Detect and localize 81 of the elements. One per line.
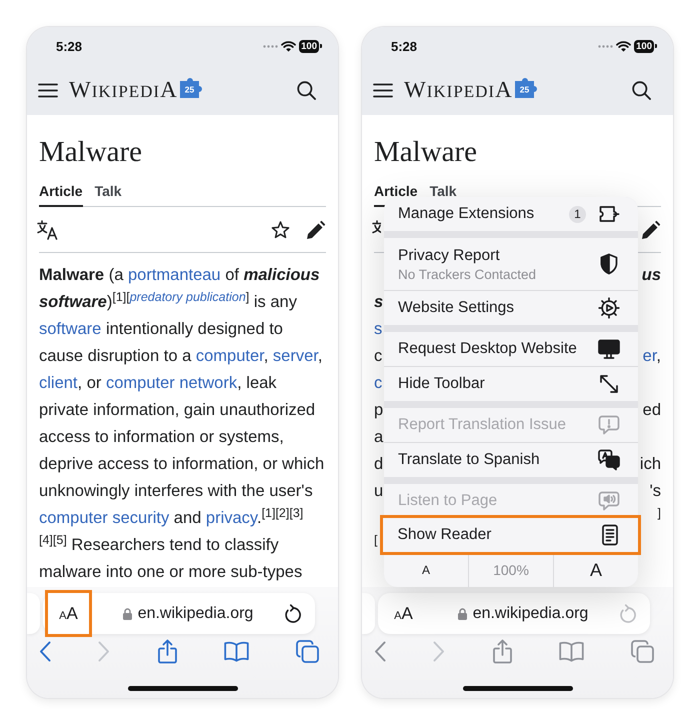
- text-fragment: ed: [642, 400, 661, 421]
- gear-icon: [598, 297, 620, 319]
- lock-icon: [458, 608, 467, 620]
- text-size-button[interactable]: AA: [380, 590, 427, 637]
- share-icon[interactable]: [158, 638, 176, 664]
- battery-indicator: 100: [299, 40, 322, 52]
- url-text[interactable]: en.wikipedia.org: [472, 604, 588, 622]
- menu-icon[interactable]: [373, 82, 393, 98]
- menu-item[interactable]: Website Settings: [384, 290, 638, 325]
- text-fragment: c: [374, 373, 382, 394]
- text-fragment: p: [374, 400, 384, 421]
- text-size-button[interactable]: AA: [45, 590, 92, 637]
- monitor-icon: [598, 338, 620, 360]
- wifi-icon: [616, 40, 632, 52]
- lock-icon: [122, 608, 132, 620]
- signal-dots-icon: [263, 44, 278, 48]
- menu-item[interactable]: Show Reader: [380, 515, 641, 555]
- status-time: 5:28: [56, 38, 82, 54]
- exclamation-bubble-icon: [598, 414, 620, 436]
- text-fragment: d: [374, 454, 384, 475]
- open-book-icon[interactable]: [224, 640, 249, 662]
- article-link[interactable]: computer: [196, 347, 264, 365]
- article-link[interactable]: computer security: [39, 509, 170, 527]
- article-link[interactable]: software: [39, 320, 102, 338]
- count-badge: 1: [569, 206, 586, 222]
- puzzle-logo: 25: [178, 75, 205, 99]
- status-time: 5:28: [391, 38, 418, 54]
- puzzle-logo: 25: [512, 75, 540, 99]
- text-fragment: s: [374, 292, 384, 313]
- text-fragment: c: [374, 346, 382, 367]
- text-fragment: s: [374, 319, 382, 340]
- article-title: Malware: [374, 135, 478, 170]
- article-link[interactable]: computer network: [106, 374, 238, 392]
- article-link[interactable]: portmanteau: [128, 266, 221, 284]
- url-text[interactable]: en.wikipedia.org: [138, 604, 254, 622]
- menu-icon[interactable]: [38, 82, 58, 98]
- wifi-icon: [281, 40, 296, 52]
- menu-item[interactable]: Hide Toolbar: [384, 366, 638, 401]
- text-fragment: a: [374, 427, 384, 448]
- pencil-icon[interactable]: [641, 220, 661, 240]
- tabs-icon[interactable]: [296, 640, 319, 662]
- shield-icon: [598, 253, 620, 275]
- article-link[interactable]: predatory publication: [130, 290, 246, 304]
- open-book-icon[interactable]: [558, 640, 584, 662]
- article-title: Malware: [39, 135, 144, 170]
- article-link[interactable]: privacy: [206, 509, 257, 527]
- wikipedia-wordmark[interactable]: WIKIPEDIA: [69, 77, 178, 103]
- text-fragment: ich: [640, 454, 661, 475]
- article-link[interactable]: server: [272, 347, 318, 365]
- pencil-icon[interactable]: [306, 220, 326, 240]
- article-tab[interactable]: Talk: [94, 178, 122, 207]
- diagonal-arrows-icon: [598, 373, 620, 395]
- chevron-left-icon[interactable]: [374, 640, 386, 662]
- text-smaller-button[interactable]: A: [384, 553, 468, 587]
- text-fragment: ]: [658, 505, 661, 522]
- translate-bubbles-icon: [598, 449, 620, 471]
- menu-item[interactable]: Manage Extensions 1: [384, 197, 638, 231]
- puzzle-piece-icon: [598, 203, 620, 225]
- menu-item[interactable]: Privacy Report No Trackers Contacted: [384, 238, 638, 290]
- menu-item[interactable]: Request Desktop Website: [384, 332, 638, 366]
- chevron-left-icon[interactable]: [39, 640, 51, 662]
- battery-indicator: 100: [634, 40, 657, 52]
- text-fragment: us: [642, 265, 661, 286]
- menu-item[interactable]: Translate to Spanish: [384, 442, 638, 477]
- speaker-bubble-icon: [598, 490, 620, 512]
- article-link[interactable]: client: [39, 374, 78, 392]
- star-icon[interactable]: [271, 220, 290, 238]
- wikipedia-wordmark[interactable]: WIKIPEDIA: [404, 77, 513, 103]
- text-fragment: 's: [650, 481, 661, 502]
- share-icon[interactable]: [492, 638, 512, 664]
- signal-dots-icon: [598, 44, 614, 48]
- tabs-icon[interactable]: [631, 640, 654, 662]
- text-fragment: er,: [642, 346, 661, 367]
- reload-icon[interactable]: [284, 604, 302, 624]
- text-fragment: [: [374, 532, 378, 549]
- search-icon[interactable]: [632, 80, 651, 100]
- search-icon[interactable]: [297, 80, 316, 100]
- text-larger-button[interactable]: A: [553, 553, 638, 587]
- text-fragment: u: [374, 481, 384, 502]
- article-tab[interactable]: Article: [39, 178, 83, 207]
- translate-icon[interactable]: [37, 220, 58, 240]
